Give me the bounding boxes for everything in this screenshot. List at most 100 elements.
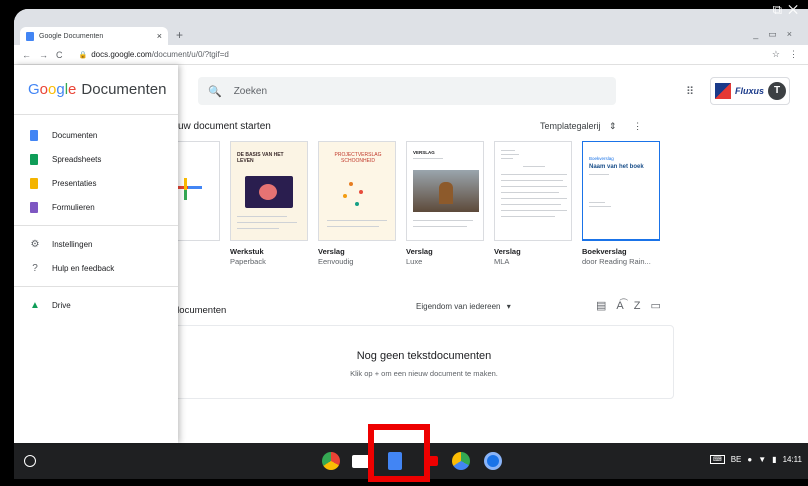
url-field[interactable]: docs.google.com/document/u/0/?tgif=d <box>91 50 229 59</box>
template-card[interactable]: DE BASIS VAN HET LEVEN Werkstuk Paperbac… <box>230 141 308 266</box>
search-placeholder: Zoeken <box>233 85 268 97</box>
folder-icon[interactable]: ▭ <box>650 300 670 312</box>
tab-google-docs[interactable]: Google Documenten × <box>20 27 168 45</box>
chrome-icon[interactable] <box>322 452 340 470</box>
template-thumb: DE BASIS VAN HET LEVEN <box>230 141 308 241</box>
empty-state: Nog geen tekstdocumenten Klik op + om ee… <box>174 325 674 399</box>
template-thumb <box>494 141 572 241</box>
template-card[interactable]: VERSLAG Verslag Luxe <box>406 141 484 266</box>
sidebar-item-label: Presentaties <box>52 178 97 188</box>
template-card-selected[interactable]: Boekverslag Naam van het boek Boekversla… <box>582 141 660 266</box>
notification-icon: ● <box>747 455 753 464</box>
new-tab-button[interactable]: + <box>176 28 183 42</box>
template-subtitle: Paperback <box>230 257 266 266</box>
sidebar-item-documenten[interactable]: Documenten <box>14 123 178 147</box>
template-thumb: PROJECTVERSLAG SCHOONHEID <box>318 141 396 241</box>
template-subtitle: Eenvoudig <box>318 257 354 266</box>
account-chip[interactable]: Fluxus T <box>710 77 790 105</box>
template-title: Verslag <box>494 247 521 256</box>
sidebar-item-label: Spreadsheets <box>52 154 102 164</box>
sidebar-item-drive[interactable]: ▲ Drive <box>14 293 178 317</box>
sidebar-item-label: Instellingen <box>52 239 93 249</box>
status-area[interactable]: ⌨ BE ● ▼ ▮ 14:11 <box>710 455 802 464</box>
drive-icon: ▲ <box>30 299 40 311</box>
account-name: Fluxus <box>735 86 765 96</box>
more-options-icon[interactable]: ⋮ <box>633 121 642 131</box>
launcher-icon[interactable] <box>24 455 36 467</box>
template-title: Verslag <box>318 247 345 256</box>
play-store-icon[interactable] <box>452 452 470 470</box>
window-controls-top[interactable]: ⧉✕ <box>773 2 804 18</box>
gear-icon: ⚙ <box>30 238 40 250</box>
template-subtitle: MLA <box>494 257 510 266</box>
search-input[interactable]: 🔍 Zoeken <box>198 77 616 105</box>
thumb-text: Naam van het boek <box>589 164 644 170</box>
fluxus-logo-icon <box>715 83 731 99</box>
recent-documents-title: documenten <box>174 305 227 316</box>
url-host: docs.google.com <box>91 50 152 59</box>
address-bar: ←→C 🔒 docs.google.com/document/u/0/?tgif… <box>14 45 808 65</box>
close-tab-icon[interactable]: × <box>157 31 162 41</box>
template-gallery-label: Templategalerij <box>540 121 601 131</box>
tab-title: Google Documenten <box>39 32 104 40</box>
url-path: /document/u/0/?tgif=d <box>151 50 229 59</box>
sort-az-icon[interactable]: A͡Z <box>616 300 650 312</box>
template-card[interactable]: Verslag MLA <box>494 141 572 266</box>
sidebar-item-spreadsheets[interactable]: Spreadsheets <box>14 147 178 171</box>
product-name: Documenten <box>81 81 167 98</box>
tab-strip: Google Documenten × + _▭× <box>14 9 808 45</box>
sidebar-item-formulieren[interactable]: Formulieren <box>14 195 178 219</box>
files-icon[interactable] <box>484 452 502 470</box>
expand-icon: ⇕ <box>609 121 617 131</box>
lock-icon: 🔒 <box>78 51 88 59</box>
list-view-icon[interactable]: ▤ <box>596 300 616 312</box>
divider <box>14 225 178 226</box>
bookmark-star-icon[interactable]: ☆ <box>772 49 780 60</box>
sidebar-item-label: Formulieren <box>52 202 95 212</box>
thumb-subtext: Boekverslag <box>589 156 614 161</box>
owner-filter-label: Eigendom van iedereen <box>416 302 501 311</box>
view-options: ▤A͡Z▭ <box>596 299 671 312</box>
empty-title: Nog geen tekstdocumenten <box>356 350 492 362</box>
docs-icon <box>30 129 38 141</box>
wifi-icon: ▼ <box>758 455 767 464</box>
thumb-text: VERSLAG <box>413 150 435 155</box>
empty-subtitle: Klik op + om een nieuw document te maken… <box>350 369 498 378</box>
dropdown-arrow-icon: ▾ <box>506 302 511 311</box>
clock: 14:11 <box>782 455 802 464</box>
thumb-text: DE BASIS VAN HET LEVEN <box>237 152 284 164</box>
start-new-title: uw document starten <box>178 121 271 132</box>
battery-icon: ▮ <box>772 455 777 464</box>
highlight-box <box>368 424 430 482</box>
locale: BE <box>730 455 742 464</box>
avatar[interactable]: T <box>768 82 786 100</box>
app-drawer: Google Documenten Documenten Spreadsheet… <box>14 65 178 443</box>
docs-logo: Google Documenten <box>14 65 178 115</box>
nav-buttons[interactable]: ←→C <box>22 50 71 60</box>
help-icon: ? <box>32 262 38 274</box>
divider <box>14 286 178 287</box>
template-title: Boekverslag <box>582 247 627 256</box>
apps-grid-icon[interactable]: ⠿ <box>686 85 694 98</box>
template-title: Verslag <box>406 247 433 256</box>
sidebar-item-help[interactable]: ? Hulp en feedback <box>14 256 178 280</box>
sidebar-item-label: Drive <box>52 300 71 310</box>
template-gallery-button[interactable]: Templategalerij ⇕ ⋮ <box>540 121 642 132</box>
chromebook-screen: Google Documenten × + _▭× ←→C 🔒 docs.goo… <box>14 9 808 479</box>
docs-favicon-icon <box>26 31 34 41</box>
sheets-icon <box>30 153 38 165</box>
keyboard-icon: ⌨ <box>710 455 725 464</box>
thumb-text: PROJECTVERSLAG SCHOONHEID <box>334 152 382 164</box>
window-buttons[interactable]: _▭× <box>753 29 802 40</box>
template-card[interactable]: PROJECTVERSLAG SCHOONHEID Verslag Eenvou… <box>318 141 396 266</box>
browser-menu-icon[interactable]: ⋮ <box>789 49 798 60</box>
sidebar-item-presentaties[interactable]: Presentaties <box>14 171 178 195</box>
owner-filter-dropdown[interactable]: Eigendom van iedereen ▾ <box>416 302 511 311</box>
template-thumb: Boekverslag Naam van het boek <box>582 141 660 241</box>
google-wordmark: Google <box>28 81 77 98</box>
sidebar-item-label: Hulp en feedback <box>52 263 115 273</box>
forms-icon <box>30 201 38 213</box>
sidebar-item-label: Documenten <box>52 130 98 140</box>
slides-icon <box>30 177 38 189</box>
sidebar-item-settings[interactable]: ⚙ Instellingen <box>14 232 178 256</box>
